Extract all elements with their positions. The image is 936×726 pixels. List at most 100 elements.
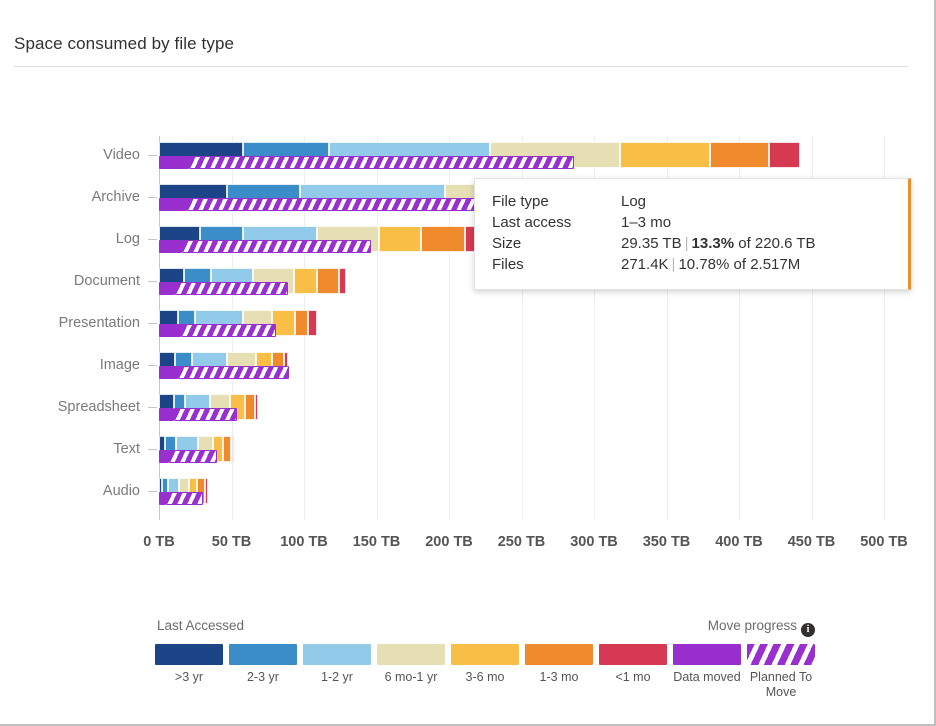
legend-swatch (155, 644, 223, 665)
bar-segment[interactable] (308, 310, 318, 336)
legend-swatch (599, 644, 667, 665)
files-separator: | (671, 256, 676, 273)
legend-swatch (451, 644, 519, 665)
bar-segment[interactable] (338, 268, 347, 294)
files-of: of (733, 256, 747, 273)
y-axis-label-text: Text (113, 441, 140, 457)
bar-segment[interactable] (222, 436, 232, 462)
bar-segment[interactable] (769, 142, 800, 168)
legend-label: <1 mo (615, 670, 651, 684)
legend-label: 1-3 mo (539, 670, 579, 684)
planned-to-move-bar[interactable] (180, 324, 277, 337)
legend-label: Planned To Move (749, 670, 813, 699)
bar-segment[interactable] (317, 268, 339, 294)
data-moved-bar[interactable] (159, 492, 167, 505)
legend-label: 6 mo-1 yr (384, 670, 438, 684)
planned-to-move-bar[interactable] (177, 366, 290, 379)
bar-segment[interactable] (379, 226, 422, 252)
y-axis-label-spreadsheet: Spreadsheet (57, 399, 140, 415)
planned-to-move-bar[interactable] (173, 408, 238, 421)
tooltip-row-files: Files 271.4K | 10.78% of 2.517M (475, 254, 816, 275)
legend-label: 1-2 yr (321, 670, 353, 684)
data-moved-bar[interactable] (159, 240, 183, 253)
x-axis-baseline (159, 520, 885, 521)
y-axis-tick (148, 323, 157, 324)
tooltip-row-file-type: File type Log (475, 191, 816, 212)
x-axis-tick-label: 450 TB (787, 534, 836, 550)
bar-segment[interactable] (710, 142, 770, 168)
planned-to-move-bar[interactable] (189, 156, 574, 169)
data-moved-bar[interactable] (159, 156, 190, 169)
y-axis-tick (148, 365, 157, 366)
data-moved-bar[interactable] (159, 282, 175, 295)
legend-item[interactable]: >3 yr (155, 644, 223, 685)
y-axis-tick (148, 197, 157, 198)
files-total: 2.517M (750, 256, 801, 273)
planned-to-move-bar[interactable] (169, 450, 217, 463)
x-axis-tick-label: 300 TB (570, 534, 618, 550)
data-moved-bar[interactable] (159, 198, 187, 211)
legend-swatch (525, 644, 593, 665)
legend-item[interactable]: 1-2 yr (303, 644, 371, 685)
files-percent: 10.78% (678, 256, 730, 273)
bar-segment[interactable] (205, 478, 209, 504)
y-axis-tick (148, 155, 157, 156)
legend-swatch (673, 644, 741, 665)
chart-card: Space consumed by file type Video Archive… (0, 0, 936, 726)
legend-item[interactable]: 2-3 yr (229, 644, 297, 685)
bar-segment[interactable] (293, 268, 318, 294)
bar-segment[interactable] (620, 142, 710, 168)
legend-item[interactable]: 1-3 mo (525, 644, 593, 685)
legend-move-progress-label: Move progress (707, 618, 797, 633)
legend-label: 3-6 mo (465, 670, 505, 684)
size-percent: 13.3% (691, 235, 735, 252)
planned-to-move-bar[interactable] (174, 282, 289, 295)
tooltip-value-files: 271.4K | 10.78% of 2.517M (621, 254, 816, 275)
legend-swatch (747, 644, 815, 665)
legend-label: Data moved (673, 670, 741, 684)
y-axis-tick (148, 449, 157, 450)
legend-item[interactable]: <1 mo (599, 644, 667, 685)
y-axis-tick (148, 281, 157, 282)
planned-to-move-bar[interactable] (166, 492, 203, 505)
y-axis-tick (148, 239, 157, 240)
legend-swatch (303, 644, 371, 665)
data-moved-bar[interactable] (159, 324, 181, 337)
legend-swatch (229, 644, 297, 665)
legend-item[interactable]: 6 mo-1 yr (377, 644, 445, 685)
size-absolute: 29.35 TB (621, 235, 682, 252)
y-axis-label-video: Video (103, 147, 140, 163)
bar-segment[interactable] (254, 394, 258, 420)
info-icon[interactable]: i (801, 623, 815, 637)
x-axis-tick-label: 0 TB (143, 534, 175, 550)
planned-to-move-bar[interactable] (186, 198, 515, 211)
y-axis-label-document: Document (73, 273, 140, 289)
x-axis-tick-label: 150 TB (352, 534, 401, 550)
tooltip-row-size: Size 29.35 TB | 13.3% of 220.6 TB (475, 233, 816, 254)
legend-item[interactable]: Planned To Move (747, 644, 815, 700)
y-axis-label-log: Log (115, 231, 140, 247)
x-axis-tick-label: 400 TB (715, 534, 763, 550)
chart-tooltip: File type Log Last access 1–3 mo Size 29… (474, 178, 911, 290)
legend-label: 2-3 yr (247, 670, 279, 684)
legend-item[interactable]: Data moved (673, 644, 741, 685)
legend-item[interactable]: 3-6 mo (451, 644, 519, 685)
tooltip-key-files: Files (492, 256, 524, 273)
data-moved-bar[interactable] (159, 408, 174, 421)
y-axis-tick (148, 491, 157, 492)
data-moved-bar[interactable] (159, 450, 170, 463)
planned-to-move-bar[interactable] (182, 240, 371, 253)
x-axis-tick-label: 350 TB (642, 534, 691, 550)
bar-segment[interactable] (421, 226, 465, 252)
chart-legend: Last Accessed Move progress i >3 yr 2-3 yr… (155, 618, 815, 718)
bar-segment[interactable] (244, 394, 255, 420)
y-axis-labels: Video Archive Log Document Presentation Image… (0, 0, 140, 726)
tooltip-value-last-access: 1–3 mo (621, 214, 672, 231)
bar-segment[interactable] (295, 310, 309, 336)
data-moved-bar[interactable] (159, 366, 178, 379)
size-total: 220.6 TB (754, 235, 816, 252)
tooltip-key-last-access: Last access (492, 214, 572, 231)
x-axis-tick-label: 500 TB (860, 534, 908, 550)
tooltip-key-file-type: File type (492, 193, 549, 210)
bar-segment[interactable] (231, 436, 235, 462)
